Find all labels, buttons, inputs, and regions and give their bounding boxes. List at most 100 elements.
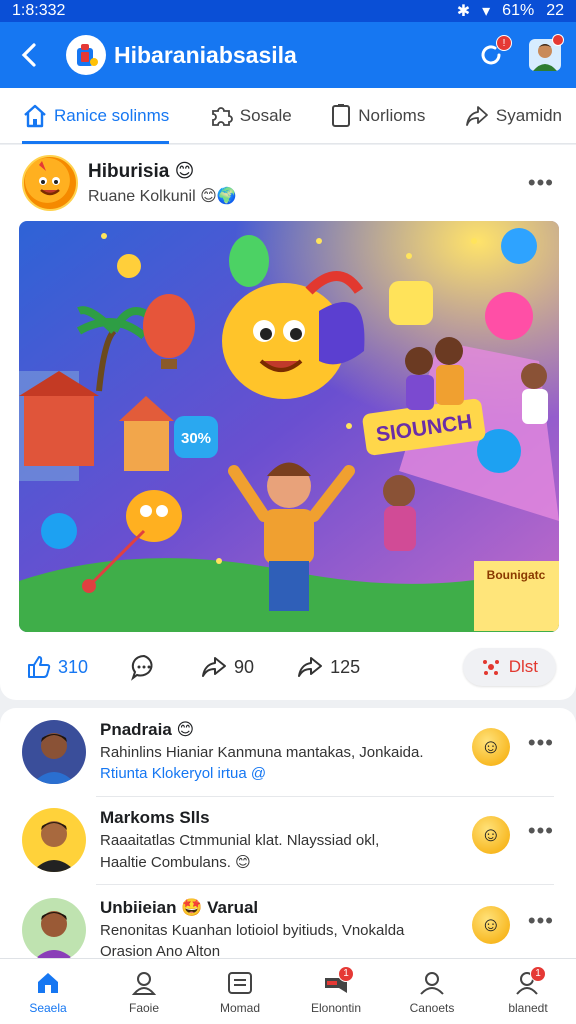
- post-author-avatar[interactable]: [22, 155, 78, 211]
- share-count: 90: [234, 656, 255, 677]
- nav-label: Canoets: [409, 1000, 455, 1015]
- nav-canoets[interactable]: Canoets: [387, 969, 477, 1015]
- divider: [96, 884, 554, 885]
- tab-label: Norlioms: [358, 105, 426, 125]
- feed-list: Pnadraia 😊 Rahinlins Hianiar Kanmuna man…: [0, 708, 576, 958]
- app-bar: Hibaraniabsasila !: [0, 22, 576, 88]
- post-subtitle: Ruane Kolkunil 😊🌍: [88, 188, 237, 205]
- smile-emoji-icon: ☺: [471, 728, 510, 766]
- item-text-2: Haaltie Combulans. 😊: [100, 854, 251, 871]
- like-button[interactable]: 310: [26, 654, 88, 680]
- post-author-name[interactable]: Hiburisia 😊: [88, 160, 528, 183]
- divider: [96, 796, 554, 797]
- battery-level: 61%: [502, 2, 535, 19]
- tab-label: Ranice solinms: [54, 105, 170, 125]
- person-avatar-icon: [36, 911, 72, 958]
- bluetooth-icon: ✱: [456, 3, 471, 20]
- repost-count: 125: [330, 656, 361, 677]
- person-avatar-icon: [32, 733, 76, 784]
- people-icon: [420, 971, 444, 995]
- list-item[interactable]: Unbiieian 🤩 Varual Renonitas Kuanhan lot…: [22, 898, 554, 958]
- post-more-button[interactable]: •••: [528, 170, 554, 196]
- home-icon: [24, 104, 46, 127]
- profile-icon: [131, 971, 157, 995]
- like-count: 310: [58, 656, 89, 677]
- bottom-nav: Seaela Faoie Momad 1 Elonontin Canoets 1…: [0, 958, 576, 1024]
- share-button[interactable]: 90: [200, 654, 254, 680]
- post-actions: 310 90 125 Dlst: [26, 645, 556, 689]
- nav-label: Momad: [219, 1000, 260, 1015]
- post-image[interactable]: 30% SIOUNCH Bounigatc: [19, 221, 559, 632]
- list-item[interactable]: Markoms Slls Raaaitatlas Ctmmunial klat.…: [22, 808, 554, 894]
- comment-button[interactable]: [130, 653, 158, 681]
- tab-norlioms[interactable]: Norlioms: [330, 88, 425, 144]
- person-avatar-icon: [32, 821, 76, 872]
- image-corner-sign: Bounigatc: [487, 568, 546, 582]
- post-header: Hiburisia 😊 Ruane Kolkunil 😊🌍 •••: [22, 153, 554, 213]
- tab-label: Syamidn: [495, 105, 562, 125]
- home-icon: [38, 972, 58, 993]
- nav-label: Elonontin: [310, 1000, 362, 1015]
- message-icon: [228, 971, 252, 994]
- share-icon: [465, 105, 488, 126]
- tab-home[interactable]: Ranice solinms: [22, 88, 170, 144]
- tab-bar: Ranice solinms Sosale Norlioms Syamidn: [0, 88, 576, 144]
- list-item[interactable]: Pnadraia 😊 Rahinlins Hianiar Kanmuna man…: [22, 720, 554, 806]
- tab-syamidn[interactable]: Syamidn: [464, 88, 562, 144]
- chevron-left-icon: [21, 43, 36, 67]
- wifi-icon: ▾: [482, 3, 491, 20]
- item-more-button[interactable]: •••: [528, 818, 554, 844]
- tab-sosale[interactable]: Sosale: [208, 88, 292, 144]
- share-icon: [202, 657, 227, 677]
- nav-faoie[interactable]: Faoie: [99, 969, 189, 1015]
- thumbs-up-icon: [28, 656, 51, 678]
- sparkle-icon: [482, 660, 499, 675]
- post-illustration: 30% SIOUNCH Bounigatc: [19, 221, 559, 632]
- repost-button[interactable]: 125: [296, 654, 360, 680]
- nav-momad[interactable]: Momad: [195, 969, 285, 1015]
- nav-label: blanedt: [508, 1000, 548, 1015]
- status-clock: 22: [546, 2, 564, 19]
- puzzle-icon: [211, 106, 233, 126]
- nav-elonontin[interactable]: 1 Elonontin: [291, 965, 381, 1015]
- post-main-action-label: Dlst: [508, 657, 538, 676]
- refresh-button[interactable]: !: [474, 35, 512, 72]
- page-icon: [332, 103, 351, 127]
- back-button[interactable]: [14, 40, 44, 70]
- image-bubble-text: 30%: [181, 430, 211, 447]
- app-logo-icon: [77, 44, 98, 66]
- status-time: 1:8:332: [12, 2, 66, 19]
- mascot-avatar-icon: [39, 161, 60, 196]
- post-card: Hiburisia 😊 Ruane Kolkunil 😊🌍 ••• 30% SI…: [0, 145, 576, 700]
- profile-avatar-button[interactable]: [528, 34, 564, 72]
- nav-badge: 1: [530, 965, 546, 982]
- wink-emoji-icon: ☺: [471, 906, 510, 944]
- item-name[interactable]: Markoms Slls: [100, 808, 462, 828]
- item-more-button[interactable]: •••: [528, 908, 554, 934]
- nav-label: Faoie: [128, 1000, 160, 1015]
- app-logo: [66, 35, 106, 75]
- item-text: Rahinlins Hianiar Kanmuna mantakas, Jonk…: [100, 744, 424, 761]
- nav-seaela[interactable]: Seaela: [3, 969, 93, 1015]
- app-title: Hibaraniabsasila: [114, 41, 297, 68]
- avatar-badge: [552, 34, 564, 46]
- post-main-action-button[interactable]: Dlst: [462, 648, 556, 686]
- nav-label: Seaela: [29, 1000, 67, 1015]
- item-name[interactable]: Pnadraia 😊: [100, 720, 462, 740]
- item-text: Renonitas Kuanhan lotioiol byitiuds, Vno…: [100, 922, 405, 939]
- item-more-button[interactable]: •••: [528, 730, 554, 756]
- comment-icon: [131, 654, 153, 681]
- nav-blanedt[interactable]: 1 blanedt: [483, 965, 573, 1015]
- status-bar: 1:8:332 ✱ ▾ 61% 22: [0, 0, 576, 22]
- tab-label: Sosale: [239, 105, 292, 125]
- item-text: Raaaitatlas Ctmmunial klat. Nlayssiad ok…: [100, 832, 380, 849]
- notification-badge: !: [496, 35, 512, 51]
- avatar[interactable]: [22, 720, 86, 784]
- forward-icon: [298, 657, 323, 677]
- avatar[interactable]: [22, 898, 86, 958]
- smile-emoji-icon: ☺: [471, 816, 510, 854]
- item-link[interactable]: Rtiunta Klokeryol irtua @: [100, 765, 462, 782]
- item-name[interactable]: Unbiieian 🤩 Varual: [100, 898, 462, 918]
- nav-badge: 1: [338, 965, 354, 982]
- avatar[interactable]: [22, 808, 86, 872]
